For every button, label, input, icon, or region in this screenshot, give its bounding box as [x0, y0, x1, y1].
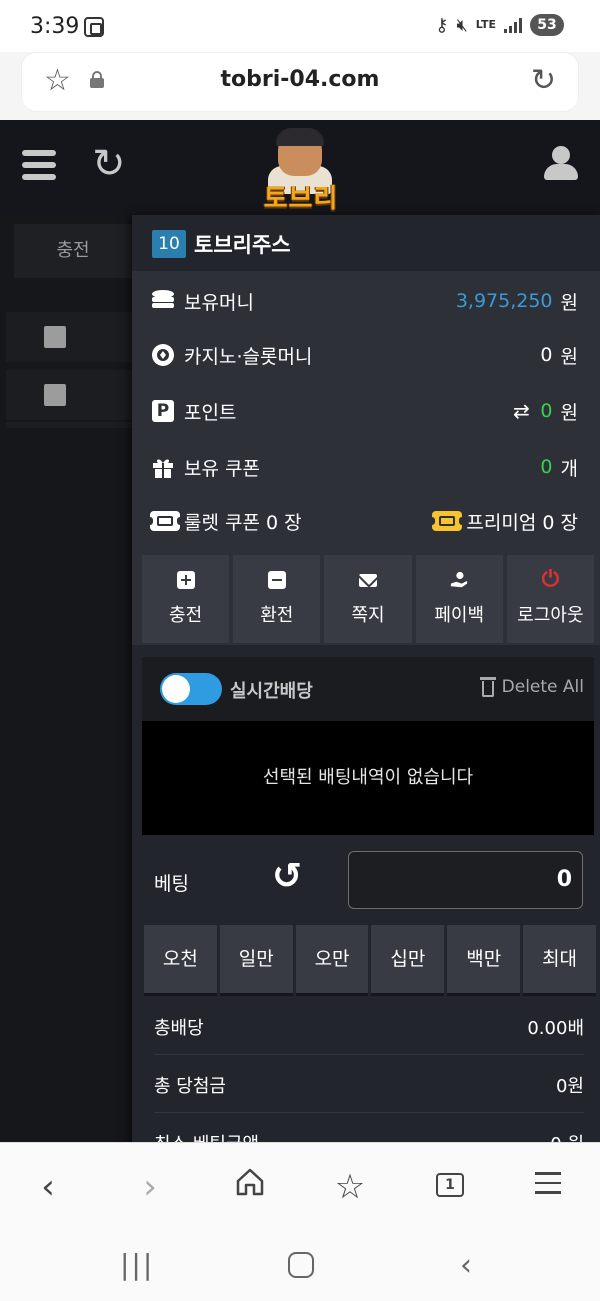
amount-100000-button[interactable]: 십만: [371, 925, 445, 993]
mute-icon: 🔇︎: [456, 14, 468, 36]
coupon-label: 보유 쿠폰: [184, 457, 260, 480]
ticket-icon: [147, 511, 183, 531]
realtime-odds-label: 실시간배당: [230, 681, 313, 702]
casino-money-label: 카지노·슬롯머니: [184, 345, 313, 368]
amount-1000000-button[interactable]: 백만: [447, 925, 521, 993]
premium-ticket-icon: [429, 511, 466, 531]
status-time: 3:39: [30, 14, 80, 39]
point-row: P 포인트 ⇄ 0 원: [150, 391, 578, 431]
logout-button[interactable]: ⏻ 로그아웃: [506, 555, 595, 643]
point-unit: 원: [560, 401, 578, 424]
casino-money-row: 카지노·슬롯머니 0 원: [150, 335, 578, 375]
system-back-icon[interactable]: ‹: [460, 1248, 472, 1283]
amount-50000-button[interactable]: 오만: [295, 925, 369, 993]
money-row: 보유머니 3,975,250 원: [150, 281, 578, 321]
battery-indicator: 53: [530, 14, 564, 36]
gift-icon: [150, 454, 176, 480]
realtime-odds-toggle[interactable]: [160, 673, 222, 705]
system-home-icon[interactable]: [288, 1252, 314, 1278]
checkbox[interactable]: [44, 326, 66, 348]
signal-icon: [504, 17, 522, 33]
reload-icon[interactable]: ↻: [531, 63, 556, 98]
trash-icon: [479, 677, 496, 697]
bet-label: 베팅: [154, 873, 189, 895]
user-info: 10 토브리주스: [152, 229, 291, 259]
payback-icon: [450, 571, 468, 589]
refresh-icon[interactable]: ↻: [92, 142, 126, 186]
charge-button[interactable]: 충전: [142, 555, 230, 643]
message-button[interactable]: 쪽지: [324, 555, 412, 643]
network-type: LTE: [475, 18, 496, 31]
key-icon: ⚷: [435, 14, 449, 36]
status-bar: 3:39 ⚷ 🔇︎ LTE 53: [0, 0, 600, 52]
premium-label[interactable]: 프리미엄 0 장: [466, 508, 578, 535]
forward-icon[interactable]: ›: [128, 1165, 172, 1209]
total-winnings-row: 총 당첨금 0원: [154, 1057, 584, 1113]
casino-money-value: 0: [540, 344, 553, 366]
minus-icon: [267, 571, 286, 589]
recent-apps-icon[interactable]: |||: [120, 1248, 154, 1281]
user-icon[interactable]: [544, 146, 578, 182]
site-logo[interactable]: 토브리: [258, 126, 344, 214]
exchange-button[interactable]: 환전: [233, 555, 321, 643]
url-text[interactable]: tobri-04.com: [22, 67, 578, 92]
bet-amount-input[interactable]: 0: [348, 851, 583, 909]
payback-button[interactable]: 페이백: [415, 555, 503, 643]
money-unit: 원: [560, 291, 578, 314]
convert-icon[interactable]: ⇄: [508, 398, 534, 424]
point-value: 0: [540, 400, 553, 422]
checkbox[interactable]: [44, 384, 66, 406]
action-buttons: 충전 환전 쪽지 페이백 ⏻ 로그아웃: [142, 555, 595, 643]
app-header: ↻ 토브리: [0, 120, 600, 215]
reset-icon[interactable]: ↺: [272, 857, 302, 897]
point-label: 포인트: [184, 401, 237, 424]
amount-10000-button[interactable]: 일만: [219, 925, 293, 993]
roulette-coupon-label[interactable]: 룰렛 쿠폰 0 장: [184, 508, 432, 535]
total-odds-row: 총배당 0.00배: [154, 999, 584, 1055]
casino-money-unit: 원: [560, 345, 578, 368]
list-item[interactable]: [6, 370, 132, 420]
money-label: 보유머니: [184, 291, 254, 314]
browser-menu-icon[interactable]: [526, 1165, 570, 1209]
divider: [6, 422, 132, 428]
coins-icon: [150, 288, 176, 314]
point-icon: P: [150, 398, 176, 424]
amount-max-button[interactable]: 최대: [523, 925, 596, 993]
money-value: 3,975,250: [455, 290, 553, 312]
coupon-unit: 개: [560, 457, 578, 480]
list-item[interactable]: [6, 312, 132, 362]
browser-toolbar: ☆ tobri-04.com ↻: [0, 52, 600, 120]
amount-5000-button[interactable]: 오천: [144, 925, 217, 993]
envelope-icon: [359, 571, 377, 589]
back-icon[interactable]: ‹: [26, 1165, 70, 1209]
tabs-icon[interactable]: 1: [428, 1165, 472, 1209]
bookmarks-icon[interactable]: ☆: [328, 1165, 372, 1209]
level-badge: 10: [152, 230, 186, 258]
home-icon[interactable]: [228, 1165, 272, 1209]
address-bar[interactable]: ☆ tobri-04.com ↻: [22, 53, 578, 111]
coupon-row: 보유 쿠폰 0 개: [150, 447, 578, 487]
user-drawer: 10 토브리주스 보유머니 3,975,250 원 카지노·슬롯머니 0 원 P…: [132, 215, 600, 1155]
coupon-value: 0: [540, 456, 553, 478]
system-nav-bar: ||| ‹: [0, 1232, 600, 1301]
username: 토브리주스: [194, 233, 291, 257]
poker-chip-icon: [150, 342, 176, 368]
power-icon: ⏻: [541, 567, 560, 592]
browser-bottom-bar: ‹ › ☆ 1: [0, 1142, 600, 1232]
tab-charge[interactable]: 충전: [14, 224, 132, 278]
delete-all-button[interactable]: Delete All: [479, 677, 584, 697]
betslip-header: 실시간배당 Delete All: [142, 657, 594, 721]
betslip-empty-message: 선택된 배팅내역이 없습니다: [142, 721, 594, 835]
screenshot-icon: [84, 17, 104, 37]
plus-icon: [176, 571, 195, 589]
logo-text: 토브리: [263, 184, 339, 214]
status-icons: ⚷ 🔇︎ LTE 53: [435, 14, 564, 36]
menu-icon[interactable]: [22, 150, 56, 180]
amount-buttons: 오천 일만 오만 십만 백만 최대: [144, 925, 596, 993]
roulette-premium-row: 룰렛 쿠폰 0 장 프리미엄 0 장: [147, 501, 578, 541]
